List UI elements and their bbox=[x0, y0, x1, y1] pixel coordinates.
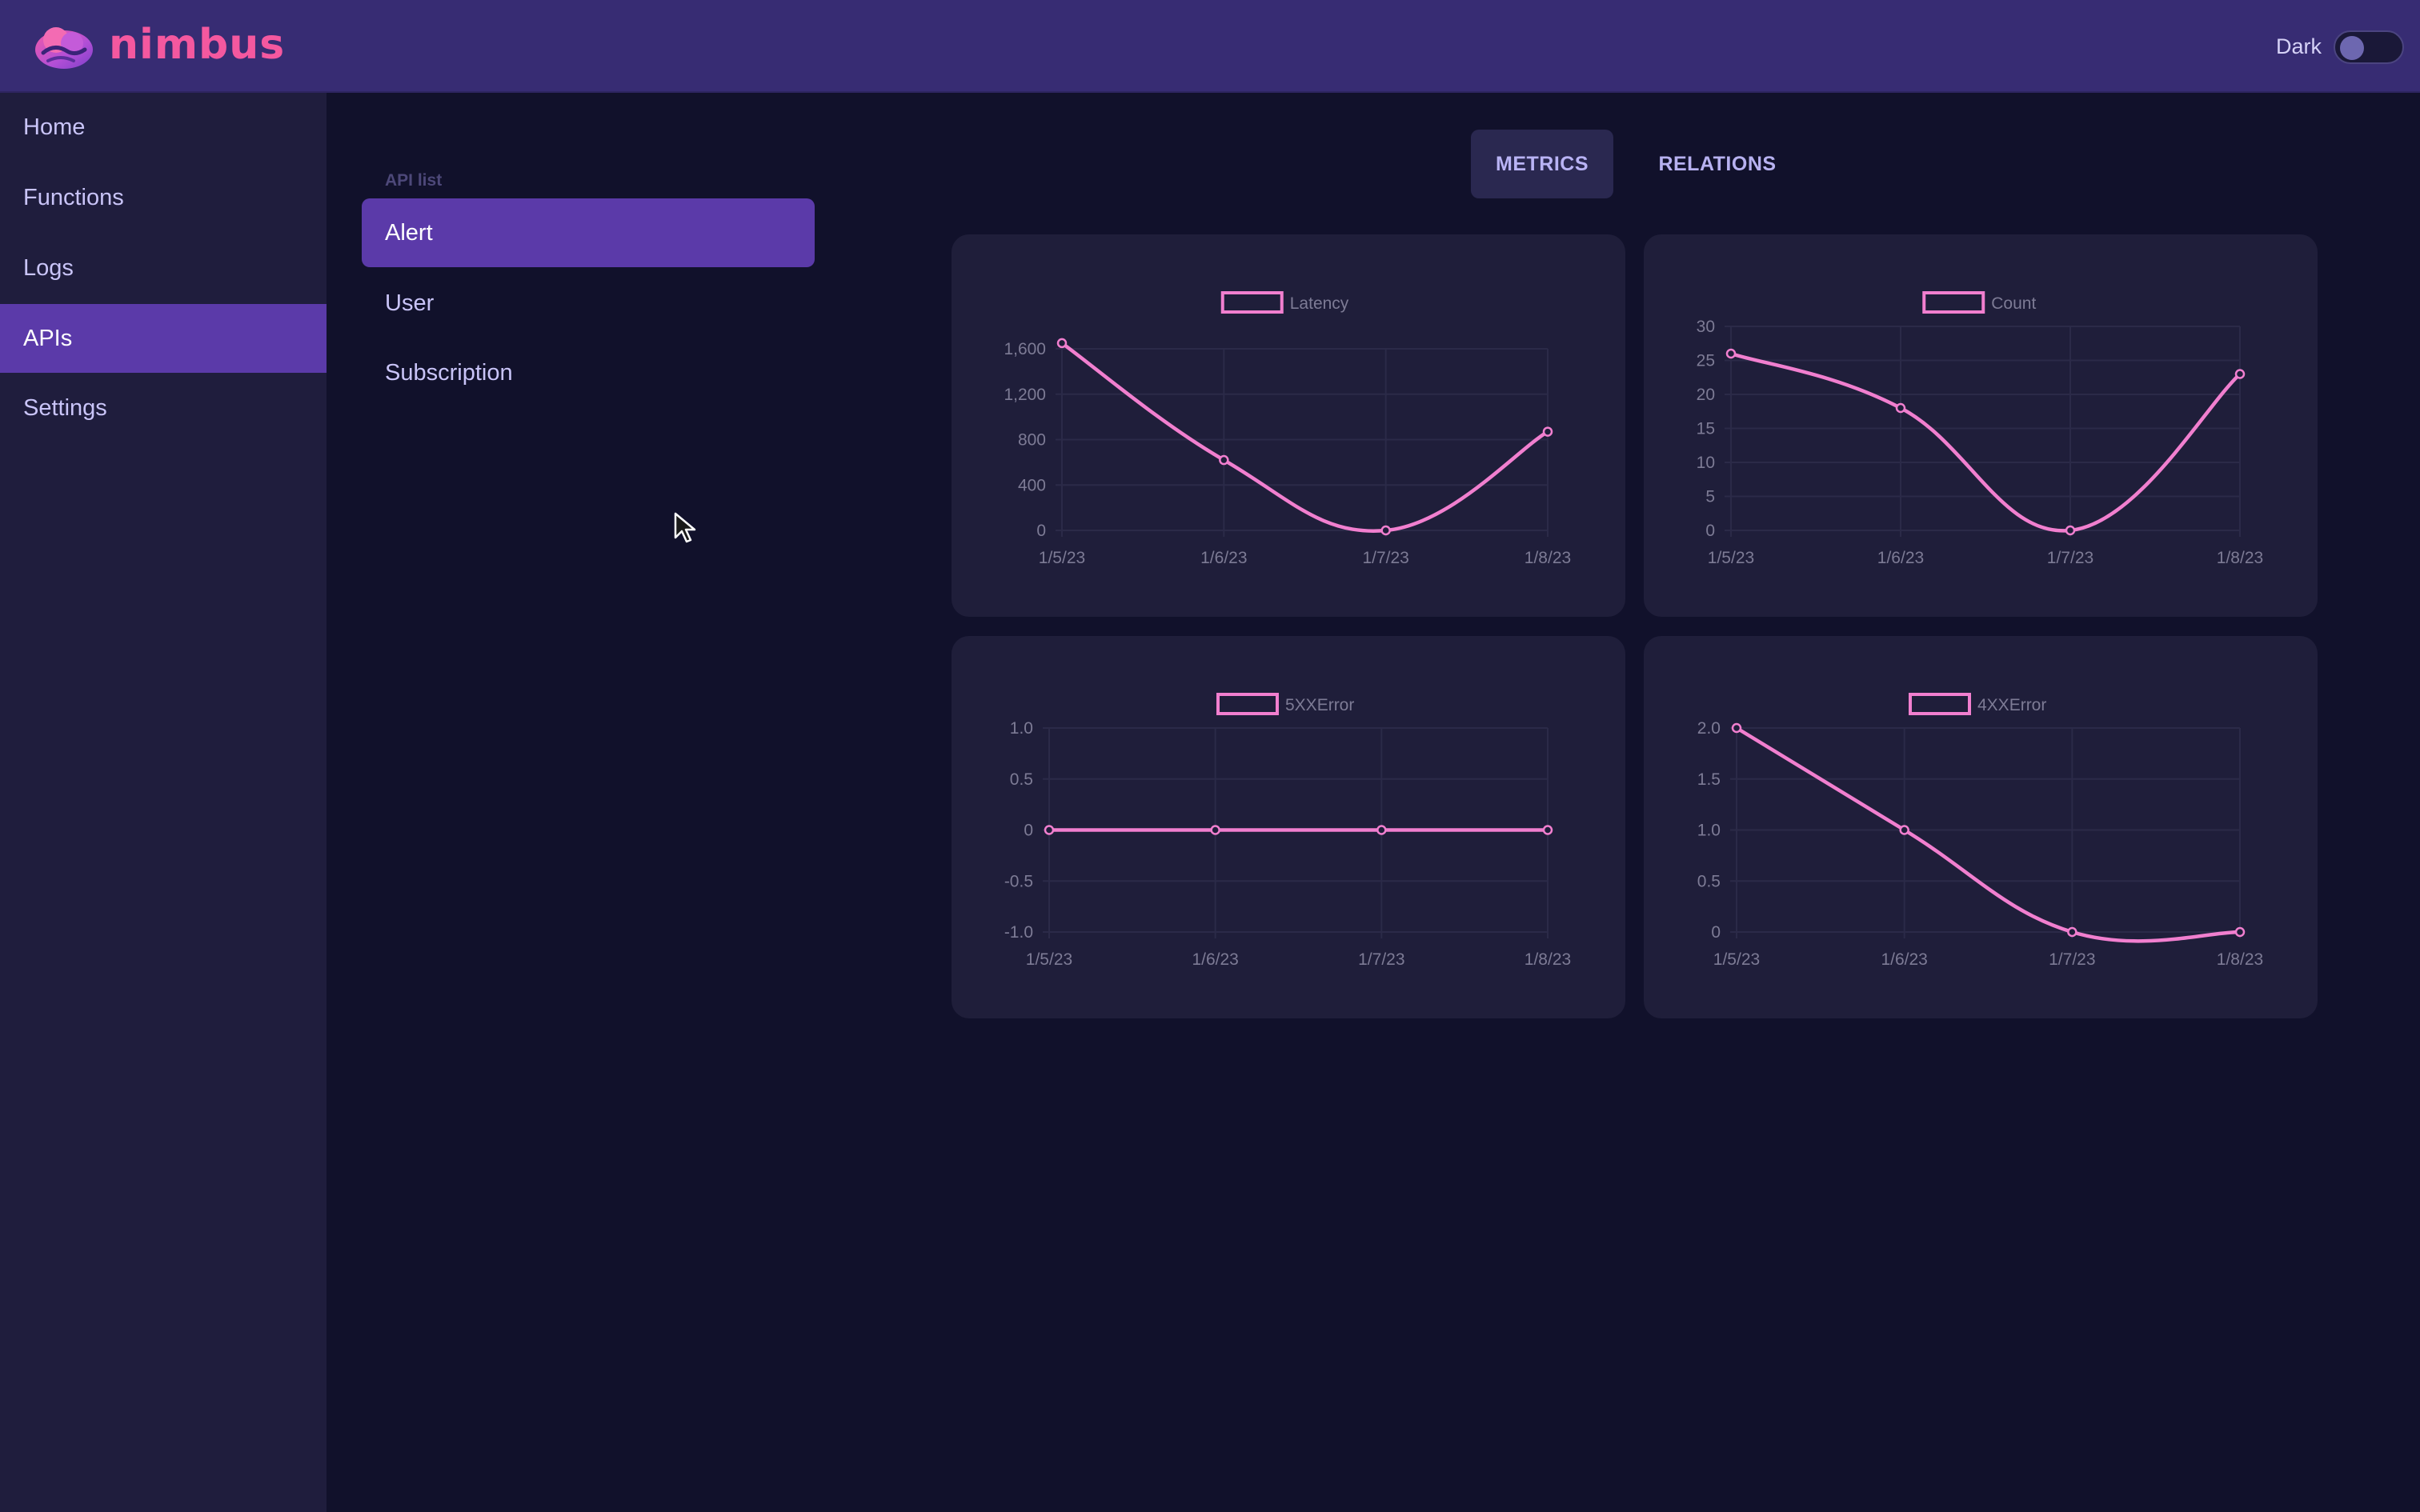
legend-swatch[interactable] bbox=[1922, 291, 1985, 314]
y-tick-label: 1.5 bbox=[1697, 770, 1721, 789]
x-tick-label: 1/7/23 bbox=[1362, 549, 1408, 567]
y-tick-label: 20 bbox=[1697, 386, 1715, 404]
y-tick-label: 0.5 bbox=[1697, 872, 1721, 890]
data-point bbox=[1542, 426, 1553, 437]
brand-name: nimbus bbox=[109, 21, 286, 69]
series-line-latency bbox=[1060, 342, 1549, 533]
mouse-cursor-icon bbox=[674, 512, 696, 543]
api-item-alert[interactable]: Alert bbox=[362, 198, 815, 267]
data-point bbox=[1210, 825, 1220, 835]
data-point bbox=[1895, 402, 1906, 414]
data-point bbox=[1219, 454, 1229, 466]
x-tick-label: 1/8/23 bbox=[1525, 549, 1571, 567]
tab-relations[interactable]: RELATIONS bbox=[1639, 130, 1796, 198]
legend-label[interactable]: Latency bbox=[1290, 294, 1349, 313]
chart-card-count: 0 5 10 15 20 25 30 1/5/23 1/6/23 1/7/23 1/8/23 Coun… bbox=[1644, 234, 2318, 617]
sidebar-item-functions[interactable]: Functions bbox=[0, 163, 327, 232]
api-list-header: API list bbox=[385, 171, 443, 190]
api-item-user[interactable]: User bbox=[362, 269, 815, 338]
x-tick-label: 1/7/23 bbox=[2047, 549, 2093, 567]
api-item-subscription[interactable]: Subscription bbox=[362, 338, 815, 407]
legend-swatch[interactable] bbox=[1220, 291, 1284, 314]
x-tick-label: 1/8/23 bbox=[2217, 549, 2263, 567]
theme-toggle-knob bbox=[2340, 36, 2364, 60]
series-line-count bbox=[1730, 351, 2242, 533]
x-tick-label: 1/7/23 bbox=[1358, 950, 1404, 969]
y-tick-label: 0 bbox=[1705, 522, 1715, 540]
legend-swatch[interactable] bbox=[1909, 693, 1971, 715]
data-point bbox=[2067, 926, 2077, 938]
sidebar-item-apis[interactable]: APIs bbox=[0, 304, 327, 373]
count-chart: 0 5 10 15 20 25 30 1/5/23 1/6/23 1/7/23 1/8/23 Coun… bbox=[1697, 291, 2263, 567]
x-tick-label: 1/6/23 bbox=[1200, 549, 1247, 567]
x-tick-label: 1/6/23 bbox=[1881, 950, 1927, 969]
y-tick-label: 400 bbox=[1018, 476, 1046, 494]
y-tick-label: 0 bbox=[1711, 923, 1721, 942]
data-point bbox=[1056, 338, 1068, 349]
x-tick-label: 1/5/23 bbox=[1039, 549, 1085, 567]
y-tick-label: 15 bbox=[1697, 420, 1715, 438]
x-tick-label: 1/6/23 bbox=[1192, 950, 1238, 969]
y-tick-label: 1,200 bbox=[1004, 386, 1046, 404]
top-bar: nimbus Dark bbox=[0, 0, 2420, 93]
nimbus-logo-icon bbox=[35, 27, 93, 69]
y-tick-label: 0 bbox=[1024, 822, 1033, 840]
y-tick-label: -0.5 bbox=[1004, 872, 1033, 890]
sidebar-item-logs[interactable]: Logs bbox=[0, 234, 327, 302]
latency-chart: 0 400 800 1,200 1,600 1/5/23 1/6/23 1/7/23 1/8/2… bbox=[1004, 291, 1571, 567]
x-tick-label: 1/6/23 bbox=[1877, 549, 1924, 567]
x-tick-label: 1/8/23 bbox=[1525, 950, 1571, 969]
y-tick-label: 1.0 bbox=[1010, 719, 1033, 738]
data-point bbox=[1380, 525, 1391, 536]
x-tick-label: 1/8/23 bbox=[2217, 950, 2263, 969]
legend-swatch[interactable] bbox=[1216, 693, 1279, 715]
legend-label[interactable]: Count bbox=[1991, 294, 2036, 313]
y-tick-label: 10 bbox=[1697, 454, 1715, 472]
x-tick-label: 1/5/23 bbox=[1708, 549, 1754, 567]
data-point bbox=[1542, 825, 1553, 835]
data-point bbox=[2234, 369, 2246, 379]
sidebar-item-settings[interactable]: Settings bbox=[0, 374, 327, 442]
sidebar: Home Functions Logs APIs Settings bbox=[0, 93, 327, 1512]
data-point bbox=[1725, 348, 1737, 359]
y-tick-label: -1.0 bbox=[1004, 923, 1033, 942]
y-tick-label: 0.5 bbox=[1010, 770, 1033, 789]
y-tick-label: 0 bbox=[1036, 522, 1046, 540]
x-tick-label: 1/7/23 bbox=[2049, 950, 2095, 969]
data-point bbox=[2065, 525, 2076, 536]
y-tick-label: 1,600 bbox=[1004, 340, 1046, 358]
legend-label[interactable]: 5XXError bbox=[1285, 696, 1354, 714]
4xxerror-chart: 0 0.5 1.0 1.5 2.0 1/5/23 1/6/23 1/7/23 1/8/23 4XX… bbox=[1697, 693, 2263, 969]
y-tick-label: 25 bbox=[1697, 352, 1715, 370]
data-point bbox=[1044, 825, 1055, 835]
series-line-4xxerror bbox=[1735, 726, 2241, 943]
theme-toggle-label: Dark bbox=[2276, 34, 2322, 58]
data-point bbox=[1899, 825, 1909, 835]
y-tick-label: 1.0 bbox=[1697, 822, 1721, 840]
theme-toggle[interactable] bbox=[2334, 30, 2404, 64]
data-point bbox=[2234, 926, 2246, 938]
chart-card-4xxerror: 0 0.5 1.0 1.5 2.0 1/5/23 1/6/23 1/7/23 1/8/23 4XX… bbox=[1644, 636, 2318, 1018]
sidebar-item-home[interactable]: Home bbox=[0, 93, 327, 162]
x-tick-label: 1/5/23 bbox=[1713, 950, 1760, 969]
data-point bbox=[1376, 825, 1387, 835]
x-tick-label: 1/5/23 bbox=[1026, 950, 1072, 969]
legend-label[interactable]: 4XXError bbox=[1977, 696, 2046, 714]
chart-card-5xxerror: -1.0 -0.5 0 0.5 1.0 1/5/23 1/6/23 1/7/23 1/8/23 5… bbox=[952, 636, 1625, 1018]
5xxerror-chart: -1.0 -0.5 0 0.5 1.0 1/5/23 1/6/23 1/7/23 1/8/23 5… bbox=[1004, 693, 1571, 969]
y-tick-label: 30 bbox=[1697, 318, 1715, 336]
data-point bbox=[1731, 722, 1742, 734]
y-tick-label: 2.0 bbox=[1697, 719, 1721, 738]
y-tick-label: 5 bbox=[1705, 488, 1715, 506]
y-tick-label: 800 bbox=[1018, 431, 1046, 450]
tab-metrics[interactable]: METRICS bbox=[1471, 130, 1613, 198]
chart-card-latency: 0 400 800 1,200 1,600 1/5/23 1/6/23 1/7/23 1/8/2… bbox=[952, 234, 1625, 617]
